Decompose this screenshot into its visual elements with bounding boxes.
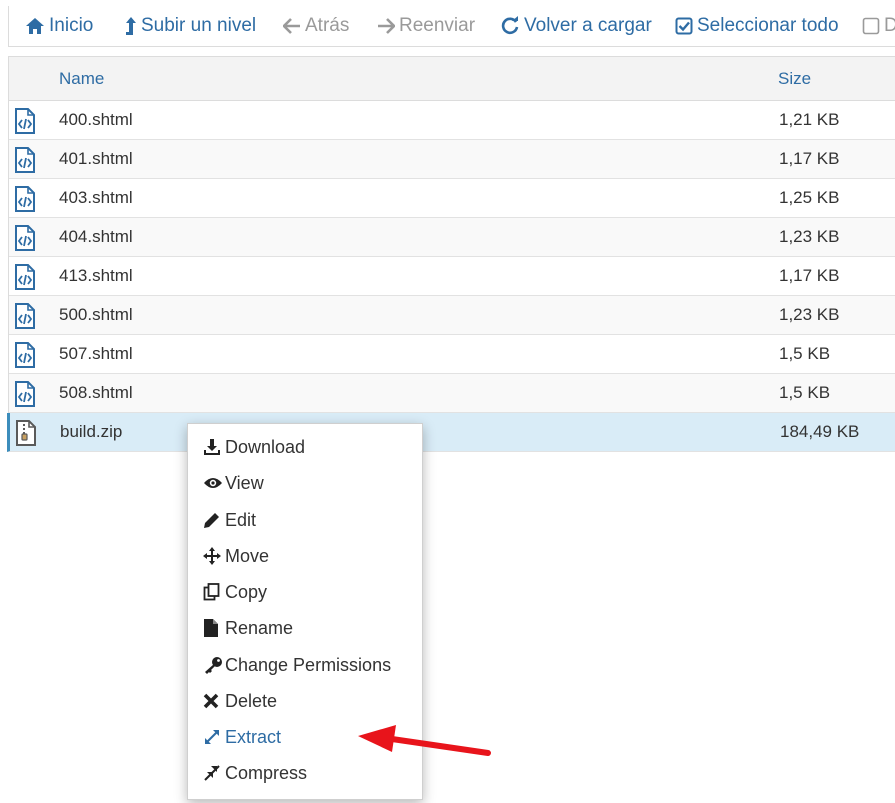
table-row-selected[interactable]: build.zip 184,49 KB (7, 413, 895, 452)
html-file-icon (14, 147, 36, 178)
select-all-button[interactable]: Seleccionar todo (675, 6, 839, 46)
menu-item-change-permissions[interactable]: Change Permissions (203, 650, 391, 680)
table-row[interactable]: 500.shtml 1,23 KB (9, 296, 895, 335)
arrow-right-icon (378, 18, 395, 34)
file-size: 1,23 KB (779, 227, 840, 246)
file-name: 413.shtml (59, 266, 133, 285)
menu-item-label: Move (225, 546, 270, 566)
level-up-icon (126, 17, 136, 35)
file-name: 400.shtml (59, 110, 133, 129)
menu-item-label: Copy (225, 582, 268, 602)
html-file-icon (14, 381, 36, 412)
file-name: build.zip (60, 422, 123, 441)
html-file-icon (14, 342, 36, 373)
home-icon (26, 18, 44, 34)
menu-item-download[interactable]: Download (203, 432, 305, 462)
file-manager-toolbar: Inicio Subir un nivel Atrás Reenviar Vol… (8, 6, 895, 47)
file-name: 507.shtml (59, 344, 133, 363)
table-row[interactable]: 507.shtml 1,5 KB (9, 335, 895, 374)
download-icon (203, 437, 225, 457)
menu-item-label: Extract (225, 727, 282, 747)
file-name: 403.shtml (59, 188, 133, 207)
checkbox-empty-icon (862, 17, 880, 35)
delete-x-icon (203, 691, 225, 711)
checkbox-checked-icon (675, 17, 693, 35)
home-label: Inicio (49, 15, 94, 36)
file-size: 1,17 KB (779, 266, 840, 285)
deselect-all-label: D (884, 15, 895, 36)
menu-item-label: Edit (225, 510, 257, 530)
select-all-label: Seleccionar todo (697, 15, 839, 36)
menu-item-label: Change Permissions (225, 655, 392, 675)
menu-item-compress[interactable]: Compress (203, 758, 307, 788)
html-file-icon (14, 108, 36, 139)
file-size: 1,23 KB (779, 305, 840, 324)
reload-button[interactable]: Volver a cargar (500, 6, 652, 46)
menu-item-rename[interactable]: Rename (203, 613, 293, 643)
html-file-icon (14, 186, 36, 217)
file-size: 1,25 KB (779, 188, 840, 207)
menu-item-label: Rename (225, 618, 294, 638)
expand-arrows-icon (203, 727, 225, 747)
menu-item-extract[interactable]: Extract (203, 722, 281, 752)
pencil-icon (203, 510, 225, 530)
forward-button[interactable]: Reenviar (377, 6, 475, 46)
file-size: 1,17 KB (779, 149, 840, 168)
menu-item-move[interactable]: Move (203, 541, 269, 571)
table-row[interactable]: 404.shtml 1,23 KB (9, 218, 895, 257)
file-size: 1,5 KB (779, 383, 831, 402)
table-row[interactable]: 413.shtml 1,17 KB (9, 257, 895, 296)
file-icon (203, 618, 225, 638)
table-row[interactable]: 401.shtml 1,17 KB (9, 140, 895, 179)
back-label: Atrás (305, 15, 350, 36)
file-name: 508.shtml (59, 383, 133, 402)
table-row[interactable]: 400.shtml 1,21 KB (9, 101, 895, 140)
html-file-icon (14, 264, 36, 295)
deselect-all-button[interactable]: D (862, 6, 895, 46)
eye-icon (203, 473, 225, 493)
file-name: 401.shtml (59, 149, 133, 168)
column-header-name[interactable]: Name (59, 57, 104, 100)
key-icon (203, 655, 225, 675)
forward-label: Reenviar (399, 15, 476, 36)
html-file-icon (14, 225, 36, 256)
up-one-level-button[interactable]: Subir un nivel (125, 6, 256, 46)
file-size: 184,49 KB (780, 422, 860, 441)
home-button[interactable]: Inicio (25, 6, 93, 46)
menu-item-edit[interactable]: Edit (203, 505, 256, 535)
compress-arrows-icon (203, 763, 225, 783)
menu-item-copy[interactable]: Copy (203, 577, 267, 607)
column-header-size[interactable]: Size (778, 57, 811, 100)
back-button[interactable]: Atrás (283, 6, 349, 46)
arrow-left-icon (283, 18, 300, 34)
file-name: 404.shtml (59, 227, 133, 246)
menu-item-view[interactable]: View (203, 468, 264, 498)
file-size: 1,21 KB (779, 110, 840, 129)
menu-item-label: Delete (225, 691, 278, 711)
menu-item-delete[interactable]: Delete (203, 686, 277, 716)
zip-file-icon (15, 420, 37, 451)
menu-item-label: Download (225, 437, 306, 457)
reload-label: Volver a cargar (524, 15, 652, 36)
menu-item-label: Compress (225, 763, 308, 783)
refresh-icon (501, 16, 519, 35)
menu-item-label: View (225, 473, 264, 493)
annotation-arrow-icon (358, 725, 491, 756)
html-file-icon (14, 303, 36, 334)
table-header: Name Size (9, 56, 895, 101)
file-size: 1,5 KB (779, 344, 831, 363)
up-one-level-label: Subir un nivel (141, 15, 257, 36)
file-name: 500.shtml (59, 305, 133, 324)
file-table: Name Size 400.shtml 1,21 KB 401.shtml 1,… (7, 56, 895, 452)
move-icon (203, 546, 225, 566)
table-row[interactable]: 508.shtml 1,5 KB (9, 374, 895, 413)
table-row[interactable]: 403.shtml 1,25 KB (9, 179, 895, 218)
copy-icon (203, 582, 225, 602)
